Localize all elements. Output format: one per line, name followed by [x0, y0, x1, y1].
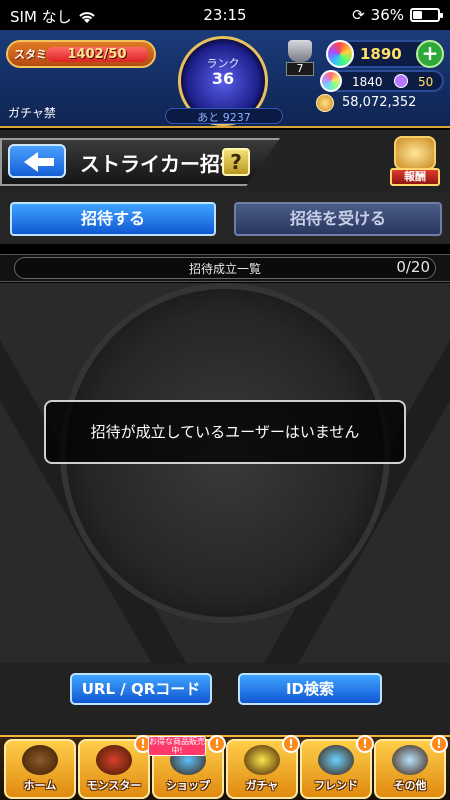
add-orb-button[interactable]: +: [416, 40, 444, 68]
notification-badge: !: [356, 735, 374, 753]
reward-box-icon: [394, 136, 436, 170]
tab-invite[interactable]: 招待する: [10, 202, 216, 236]
nav-item-monster[interactable]: モンスター!: [78, 735, 152, 799]
status-bar: SIM なし 23:15 ⟳ 36%: [0, 0, 450, 30]
invite-list-area[interactable]: 招待が成立しているユーザーはいません: [0, 283, 450, 663]
nav-item-friend[interactable]: フレンド!: [300, 735, 374, 799]
orb-count: 1890: [360, 45, 402, 63]
home-icon: [22, 745, 58, 775]
battery-level: [413, 11, 422, 19]
coin-count: 58,072,352: [342, 95, 417, 110]
tab-bar: 招待する 招待を受ける: [0, 192, 450, 244]
other-icon: [392, 745, 428, 775]
title-area: ストライカー招待 ? 報酬: [0, 130, 450, 192]
nav-item-gacha[interactable]: ガチャ!: [226, 735, 300, 799]
back-button[interactable]: [8, 144, 66, 178]
rank-next-exp: あと 9237: [165, 108, 283, 124]
reward-label: 報酬: [390, 168, 440, 186]
empty-message: 招待が成立しているユーザーはいません: [44, 400, 406, 464]
notification-badge: !: [208, 735, 226, 753]
tab-receive-invite[interactable]: 招待を受ける: [234, 202, 442, 236]
notification-badge: !: [430, 735, 448, 753]
reward-button[interactable]: 報酬: [388, 132, 442, 188]
gacha-icon: [244, 745, 280, 775]
nav-item-home[interactable]: ホーム: [4, 739, 76, 799]
list-count: 0/20: [396, 258, 430, 276]
id-search-button[interactable]: ID検索: [238, 673, 382, 705]
item-icon: [394, 74, 408, 88]
sub-item-count: 50: [418, 75, 434, 89]
trophy-icon: [288, 40, 312, 62]
nav-item-other[interactable]: その他!: [374, 735, 448, 799]
gacha-ban-text: ガチャ禁: [8, 106, 56, 120]
nav-label: ホーム: [23, 779, 57, 792]
url-qr-button[interactable]: URL / QRコード: [70, 673, 212, 705]
notification-badge: !: [282, 735, 300, 753]
battery-icon: [410, 8, 443, 22]
stamina-gauge: スタミナ 1402/50: [6, 40, 156, 68]
game-header: スタミナ 1402/50 ガチャ禁 ランク 36 あと 9237 7 1890 …: [0, 30, 450, 128]
shop-sale-tag: お得な商品販売中!: [148, 736, 206, 756]
orb-counter: 1890 +: [326, 40, 444, 68]
rank-value: 36: [211, 69, 235, 88]
battery-percent: 36%: [370, 6, 404, 24]
sub-orb-count: 1840: [352, 75, 383, 89]
list-header: 招待成立一覧 0/20: [0, 254, 450, 282]
orb-icon: [326, 40, 354, 68]
sub-orb-icon: [320, 70, 342, 92]
friend-icon: [318, 745, 354, 775]
status-right: ⟳ 36%: [352, 6, 443, 24]
help-button[interactable]: ?: [222, 148, 250, 176]
monster-icon: [96, 745, 132, 775]
nav-label: モンスター: [86, 779, 142, 792]
stamina-value: 1402/50: [67, 47, 127, 62]
page-title: ストライカー招待: [80, 152, 240, 176]
action-bar: URL / QRコード ID検索: [0, 663, 450, 735]
coin-icon: [316, 94, 334, 112]
back-arrow-shaft: [36, 158, 54, 166]
nav-label: ショップ: [166, 779, 210, 792]
sub-currency-bar: 1840 50: [320, 70, 444, 92]
list-title: 招待成立一覧: [188, 262, 261, 276]
nav-label: ガチャ: [245, 779, 279, 792]
trophy-count: 7: [286, 62, 314, 76]
rotation-lock-icon: ⟳: [352, 6, 365, 24]
nav-label: フレンド: [314, 779, 358, 792]
trophy-button[interactable]: 7: [282, 40, 318, 78]
nav-label: その他: [393, 779, 427, 792]
